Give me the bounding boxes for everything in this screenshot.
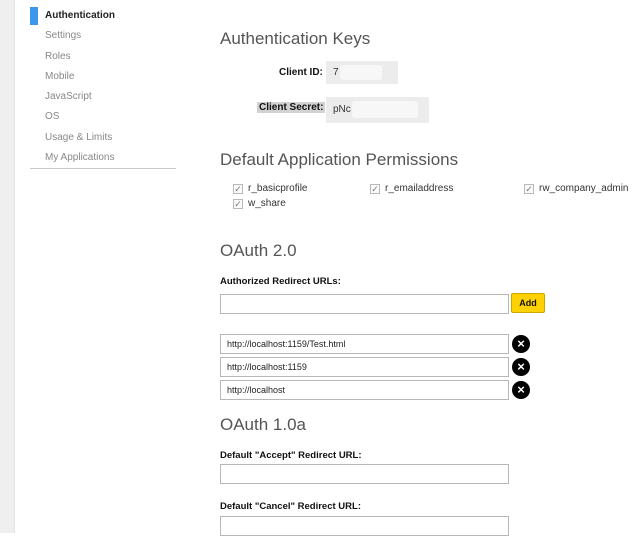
close-circle-icon[interactable]: × <box>512 335 530 353</box>
redacted-mask <box>352 101 418 118</box>
auth-keys-heading: Authentication Keys <box>220 29 371 48</box>
sidebar-item-javascript[interactable]: JavaScript <box>30 87 176 107</box>
redirect-url-field[interactable]: http://localhost:1159/Test.html <box>220 334 509 354</box>
cancel-url-input[interactable] <box>220 516 509 536</box>
redirect-url-field[interactable]: http://localhost <box>220 380 509 400</box>
accept-url-input[interactable] <box>220 464 509 484</box>
client-secret-value: pNc <box>333 104 351 115</box>
checkmark-icon[interactable]: ✓ <box>524 183 534 194</box>
permission-r-emailaddress[interactable]: ✓ r_emailaddress <box>370 183 453 194</box>
permission-label: w_share <box>248 198 286 209</box>
close-circle-icon[interactable]: × <box>512 381 530 399</box>
permission-w-share[interactable]: ✓ w_share <box>233 198 286 209</box>
sidebar-item-mobile[interactable]: Mobile <box>30 67 176 87</box>
checkmark-icon[interactable]: ✓ <box>370 183 380 194</box>
accept-url-label: Default "Accept" Redirect URL: <box>220 450 362 461</box>
redirect-urls-label: Authorized Redirect URLs: <box>220 276 341 287</box>
permissions-heading: Default Application Permissions <box>220 150 459 169</box>
checkmark-icon[interactable]: ✓ <box>233 183 243 194</box>
sidebar-item-os[interactable]: OS <box>30 107 176 127</box>
add-button[interactable]: Add <box>511 293 545 313</box>
permission-label: r_basicprofile <box>248 183 308 194</box>
permission-label: rw_company_admin <box>539 183 629 194</box>
sidebar-item-settings[interactable]: Settings <box>30 26 176 46</box>
oauth1-heading: OAuth 1.0a <box>220 415 307 434</box>
redirect-url-field[interactable]: http://localhost:1159 <box>220 357 509 377</box>
sidebar-nav: Authentication Settings Roles Mobile Jav… <box>30 6 176 169</box>
permission-label: r_emailaddress <box>385 183 454 194</box>
sidebar-item-authentication[interactable]: Authentication <box>30 6 176 26</box>
redacted-mask <box>340 65 382 80</box>
left-gutter <box>0 0 15 533</box>
cancel-url-label: Default "Cancel" Redirect URL: <box>220 501 361 512</box>
client-secret-label: Client Secret: <box>257 102 326 113</box>
permission-rw-company-admin[interactable]: ✓ rw_company_admin <box>524 183 629 194</box>
client-id-field[interactable]: 7 <box>326 61 398 84</box>
sidebar-item-usage-limits[interactable]: Usage & Limits <box>30 128 176 148</box>
client-id-value: 7 <box>333 67 339 78</box>
client-secret-field[interactable]: pNc <box>326 97 429 123</box>
checkmark-icon[interactable]: ✓ <box>233 198 243 209</box>
oauth2-heading: OAuth 2.0 <box>220 241 297 260</box>
sidebar-item-my-applications[interactable]: My Applications <box>30 148 176 168</box>
new-redirect-url-input[interactable] <box>220 294 509 314</box>
permission-r-basicprofile[interactable]: ✓ r_basicprofile <box>233 183 307 194</box>
client-id-label: Client ID: <box>279 67 323 78</box>
sidebar-item-roles[interactable]: Roles <box>30 47 176 67</box>
close-circle-icon[interactable]: × <box>512 358 530 376</box>
